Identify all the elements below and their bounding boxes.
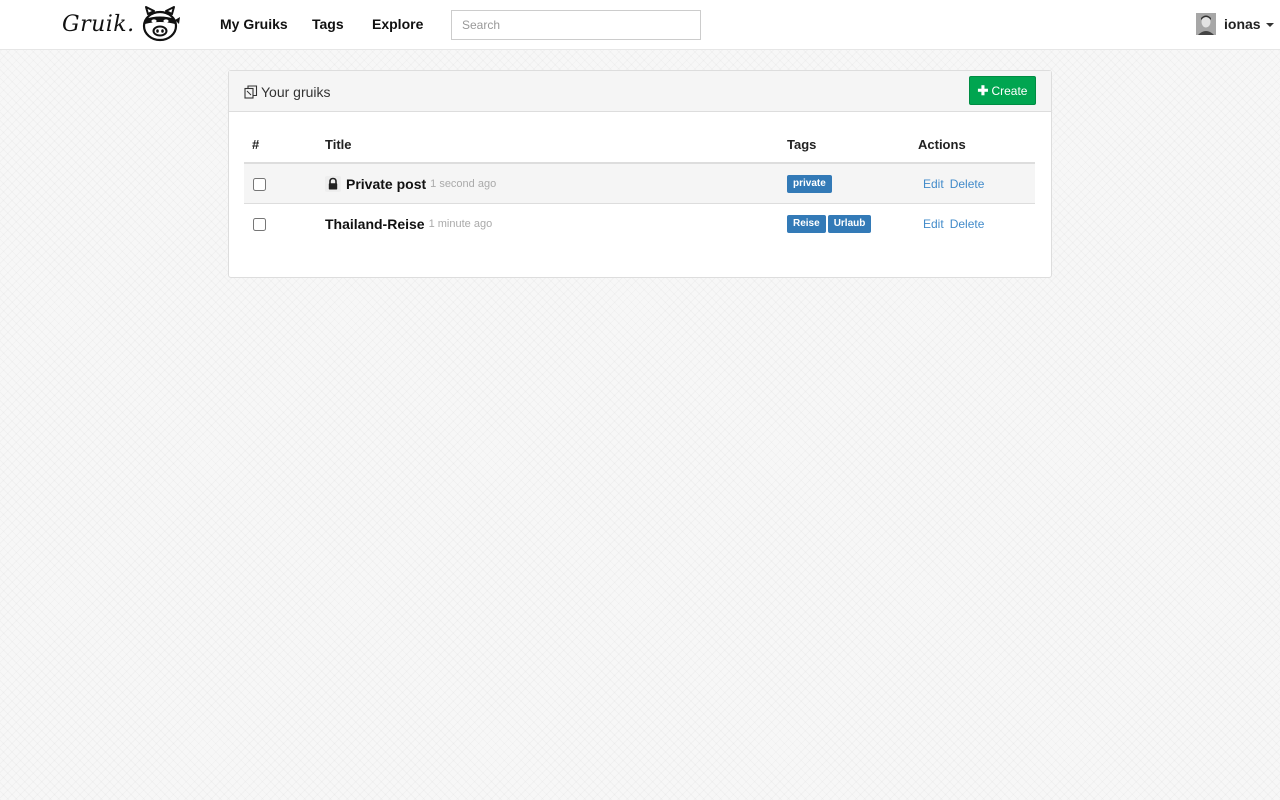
tag-urlaub[interactable]: Urlaub bbox=[827, 215, 872, 233]
panel-heading: Your gruiks ✚ Create bbox=[229, 71, 1051, 112]
row-title[interactable]: Thailand-Reise bbox=[325, 216, 425, 232]
row-actions-cell: Edit Delete bbox=[910, 204, 1035, 244]
tag-private[interactable]: private bbox=[787, 175, 832, 193]
user-menu[interactable]: ionas bbox=[1196, 12, 1274, 36]
delete-link[interactable]: Delete bbox=[950, 177, 985, 191]
nav-tags[interactable]: Tags bbox=[312, 16, 344, 32]
row-tags-cell: private bbox=[779, 163, 910, 204]
row-select-cell bbox=[244, 204, 317, 244]
row-title-wrap: Thailand-Reise 1 minute ago bbox=[325, 216, 779, 232]
edit-link[interactable]: Edit bbox=[923, 177, 944, 191]
header-num: # bbox=[244, 126, 317, 164]
plus-icon: ✚ bbox=[977, 83, 989, 98]
avatar bbox=[1196, 13, 1216, 35]
row-timestamp: 1 second ago bbox=[430, 177, 497, 190]
create-button-label: Create bbox=[991, 83, 1028, 98]
nav-explore[interactable]: Explore bbox=[372, 16, 423, 32]
row-actions-cell: Edit Delete bbox=[910, 163, 1035, 204]
table-row: Private post 1 second ago private Edit De… bbox=[244, 163, 1035, 204]
top-navbar: Gruik. My Gruiks Tags Explore ionas bbox=[0, 0, 1280, 50]
row-title[interactable]: Private post bbox=[346, 176, 426, 192]
caret-down-icon bbox=[1265, 23, 1274, 27]
tag-reise[interactable]: Reise bbox=[787, 215, 826, 233]
delete-link[interactable]: Delete bbox=[950, 217, 985, 231]
brand-logo[interactable]: Gruik. bbox=[62, 4, 181, 44]
edit-link[interactable]: Edit bbox=[923, 217, 944, 231]
search-input[interactable] bbox=[451, 10, 701, 40]
row-checkbox[interactable] bbox=[253, 218, 266, 232]
gruiks-table: # Title Tags Actions Private post 1 seco… bbox=[244, 126, 1035, 243]
row-title-cell: Private post 1 second ago bbox=[317, 163, 779, 204]
table-header-row: # Title Tags Actions bbox=[244, 126, 1035, 164]
header-title[interactable]: Title bbox=[317, 126, 779, 164]
brand-name: Gruik. bbox=[62, 11, 135, 37]
row-tags-cell: Reise Urlaub bbox=[779, 204, 910, 244]
nav-my-gruiks[interactable]: My Gruiks bbox=[220, 16, 288, 32]
header-tags: Tags bbox=[779, 126, 910, 164]
username: ionas bbox=[1224, 16, 1261, 32]
panel-title: Your gruiks bbox=[244, 84, 331, 100]
copy-icon bbox=[244, 85, 258, 99]
row-select-cell bbox=[244, 163, 317, 204]
row-timestamp: 1 minute ago bbox=[428, 217, 493, 230]
table-row: Thailand-Reise 1 minute ago Reise Urlaub … bbox=[244, 204, 1035, 244]
gruiks-panel: Your gruiks ✚ Create # Title Tags Action… bbox=[228, 70, 1052, 278]
row-title-wrap: Private post 1 second ago bbox=[325, 175, 779, 192]
panel-title-text: Your gruiks bbox=[261, 84, 331, 100]
header-actions: Actions bbox=[910, 126, 1035, 164]
pig-logo-icon bbox=[142, 6, 180, 42]
lock-icon bbox=[325, 175, 341, 192]
create-button[interactable]: ✚ Create bbox=[969, 76, 1036, 105]
row-checkbox[interactable] bbox=[253, 178, 266, 192]
row-title-cell: Thailand-Reise 1 minute ago bbox=[317, 204, 779, 244]
